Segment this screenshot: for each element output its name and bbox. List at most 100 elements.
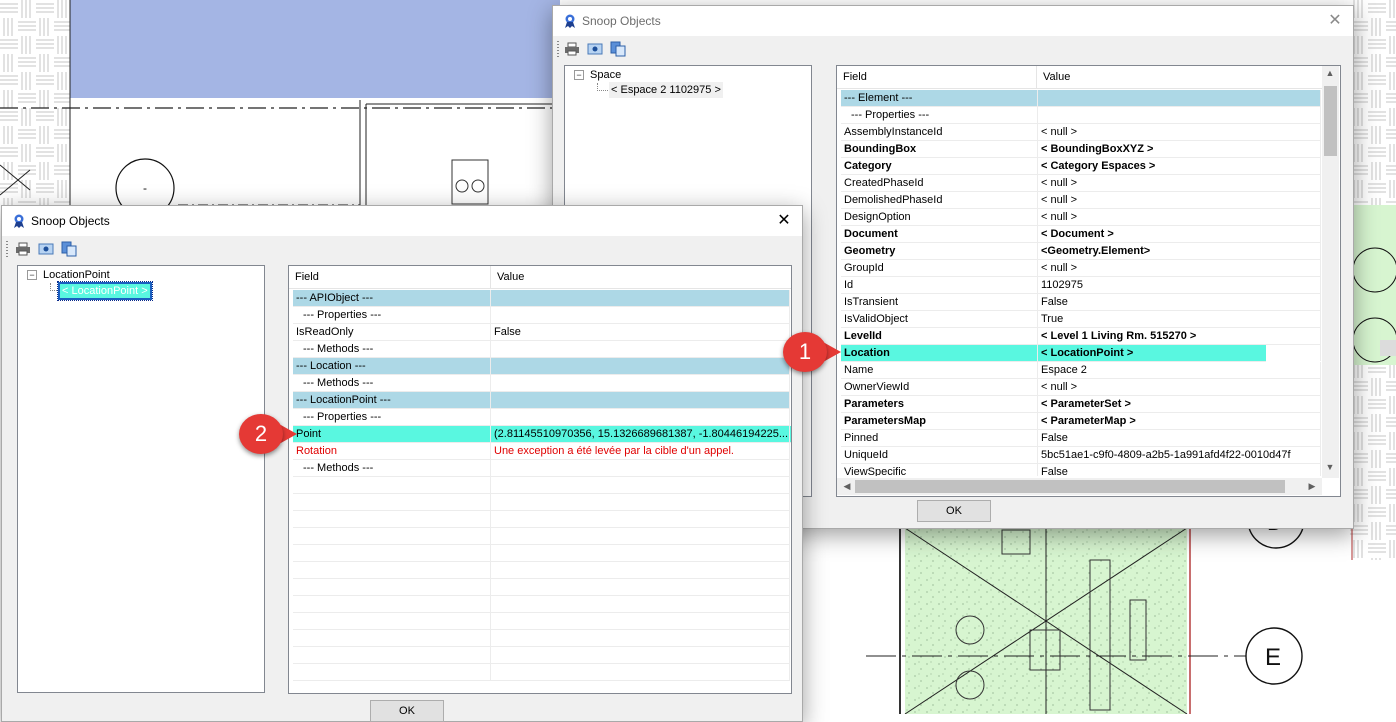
field-cell: --- Methods --- (293, 460, 491, 476)
grid-row[interactable]: --- APIObject --- (293, 290, 790, 307)
grid-row[interactable]: Category < Category Espaces > (841, 158, 1321, 175)
field-cell: BoundingBox (841, 141, 1038, 157)
snoop-icon[interactable] (38, 241, 54, 257)
value-cell: 1102975 (1038, 277, 1321, 293)
grid-row[interactable]: Pinned False (841, 430, 1321, 447)
grid-row[interactable]: DesignOption < null > (841, 209, 1321, 226)
field-cell: Name (841, 362, 1038, 378)
grid-row-empty (293, 494, 790, 511)
grid-row[interactable]: Rotation Une exception a été levée par la… (293, 443, 790, 460)
field-cell: ParametersMap (841, 413, 1038, 429)
tree-connector (597, 83, 608, 91)
ok-button[interactable]: OK (917, 500, 991, 522)
field-cell: IsValidObject (841, 311, 1038, 327)
print-icon[interactable] (15, 241, 31, 257)
grid-row[interactable]: --- Element --- (841, 90, 1321, 107)
grid-row[interactable]: --- Properties --- (293, 307, 790, 324)
grid-row-empty (293, 477, 790, 494)
value-cell (1038, 90, 1321, 106)
grid-row[interactable]: AssemblyInstanceId < null > (841, 124, 1321, 141)
property-grid[interactable]: Field Value --- APIObject --- --- Propert… (288, 265, 792, 694)
grid-row[interactable]: --- LocationPoint --- (293, 392, 790, 409)
horizontal-scrollbar[interactable]: ◀ ▶ (837, 478, 1322, 495)
snoop-app-icon (14, 214, 24, 228)
grid-row[interactable]: CreatedPhaseId < null > (841, 175, 1321, 192)
field-cell: --- Methods --- (293, 341, 491, 357)
grid-rows: --- APIObject --- --- Properties --- IsRea… (293, 290, 791, 690)
grid-row[interactable]: --- Methods --- (293, 375, 790, 392)
property-grid[interactable]: Field Value --- Element --- --- Propertie… (836, 65, 1341, 497)
snoop-icon[interactable] (587, 41, 603, 57)
grid-row[interactable]: BoundingBox < BoundingBoxXYZ > (841, 141, 1321, 158)
grid-row[interactable]: Parameters < ParameterSet > (841, 396, 1321, 413)
grid-row[interactable]: IsReadOnly False (293, 324, 790, 341)
grid-row[interactable]: Location < LocationPoint > (841, 345, 1321, 362)
copy-icon[interactable] (61, 241, 77, 257)
field-column-header[interactable]: Field (289, 266, 491, 288)
field-cell: Rotation (293, 443, 491, 459)
grid-row[interactable]: Name Espace 2 (841, 362, 1321, 379)
collapse-toggle[interactable]: − (27, 270, 37, 280)
grid-row[interactable]: --- Methods --- (293, 460, 790, 477)
grid-row[interactable]: --- Methods --- (293, 341, 790, 358)
field-cell (293, 647, 491, 663)
field-column-header[interactable]: Field (837, 66, 1037, 88)
value-cell (491, 545, 790, 561)
grid-row[interactable]: Point (2.81145510970356, 15.1326689681387… (293, 426, 791, 443)
value-cell: (2.81145510970356, 15.1326689681387, -1.… (491, 426, 790, 442)
grid-row[interactable]: IsTransient False (841, 294, 1321, 311)
grid-row[interactable]: --- Location --- (293, 358, 790, 375)
grid-row[interactable]: ViewSpecific False (841, 464, 1321, 476)
value-cell: <Geometry.Element> (1038, 243, 1321, 259)
field-cell: GroupId (841, 260, 1038, 276)
grid-rows: --- Element --- --- Properties --- Assembl… (841, 90, 1321, 476)
value-column-header[interactable]: Value (491, 266, 791, 288)
scroll-right-arrow[interactable]: ▶ (1304, 481, 1320, 492)
field-cell (293, 562, 491, 578)
object-tree[interactable]: − LocationPoint < LocationPoint > (17, 265, 265, 693)
grid-row[interactable]: --- Properties --- (293, 409, 790, 426)
grid-row[interactable]: OwnerViewId < null > (841, 379, 1321, 396)
grid-row[interactable]: --- Properties --- (841, 107, 1321, 124)
vertical-scrollbar[interactable]: ▲ ▼ (1322, 66, 1339, 478)
print-icon[interactable] (564, 41, 580, 57)
tree-node-locationpoint-selected[interactable]: < LocationPoint > (57, 281, 153, 301)
field-cell: IsReadOnly (293, 324, 491, 340)
tree-node-space[interactable]: Space (590, 67, 621, 83)
toolbar-grip[interactable] (6, 241, 8, 257)
field-cell: Location (841, 345, 1038, 361)
value-column-header[interactable]: Value (1037, 66, 1322, 88)
hscroll-thumb[interactable] (855, 480, 1285, 493)
tree-node-espace[interactable]: < Espace 2 1102975 > (609, 82, 723, 98)
grid-row[interactable]: Geometry <Geometry.Element> (841, 243, 1321, 260)
toolbar-grip[interactable] (557, 41, 559, 57)
grid-row[interactable]: GroupId < null > (841, 260, 1321, 277)
scroll-left-arrow[interactable]: ◀ (839, 481, 855, 492)
toolbar (553, 36, 1353, 62)
field-cell: UniqueId (841, 447, 1038, 463)
field-cell: IsTransient (841, 294, 1038, 310)
title-bar[interactable]: Snoop Objects ✕ (2, 206, 802, 236)
grid-row[interactable]: Id 1102975 (841, 277, 1321, 294)
field-cell (293, 528, 491, 544)
scroll-down-arrow[interactable]: ▼ (1322, 462, 1338, 472)
scroll-thumb[interactable] (1324, 86, 1337, 156)
grid-row[interactable]: UniqueId 5bc51ae1-c9f0-4809-a2b5-1a991afd… (841, 447, 1321, 464)
grid-row-empty (293, 545, 790, 562)
value-cell: < ParameterMap > (1038, 413, 1321, 429)
close-button[interactable]: ✕ (1323, 11, 1347, 31)
scroll-up-arrow[interactable]: ▲ (1322, 68, 1338, 78)
collapse-toggle[interactable]: − (574, 70, 584, 80)
field-cell: --- Properties --- (293, 307, 491, 323)
grid-row[interactable]: ParametersMap < ParameterMap > (841, 413, 1321, 430)
grid-row[interactable]: DemolishedPhaseId < null > (841, 192, 1321, 209)
tree-node-locationpoint[interactable]: LocationPoint (43, 267, 110, 283)
grid-row-empty (293, 562, 790, 579)
ok-button[interactable]: OK (370, 700, 444, 722)
close-button[interactable]: ✕ (772, 211, 796, 231)
grid-row[interactable]: LevelId < Level 1 Living Rm. 515270 > (841, 328, 1321, 345)
title-bar[interactable]: Snoop Objects ✕ (553, 6, 1353, 36)
copy-icon[interactable] (610, 41, 626, 57)
grid-row[interactable]: Document < Document > (841, 226, 1321, 243)
grid-row[interactable]: IsValidObject True (841, 311, 1321, 328)
